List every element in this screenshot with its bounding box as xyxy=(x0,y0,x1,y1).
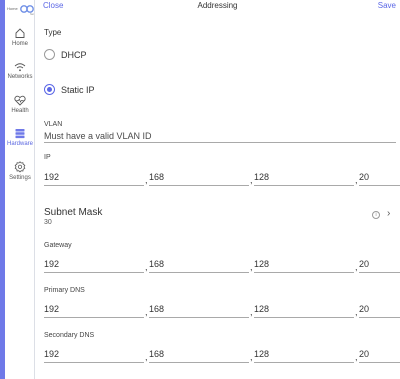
wifi-icon xyxy=(14,63,26,72)
ip-octet-4[interactable]: 20 xyxy=(359,170,400,186)
primary-dns-octet-4[interactable]: 20 xyxy=(359,302,400,318)
octet-separator: , xyxy=(250,307,253,317)
octet-separator: , xyxy=(250,175,253,185)
octet-separator: , xyxy=(250,262,253,272)
secondary-dns-octet-3[interactable]: 128 xyxy=(254,347,354,363)
octet-separator: , xyxy=(355,352,358,362)
octet-separator: , xyxy=(355,175,358,185)
secondary-dns-octet-2[interactable]: 168 xyxy=(149,347,249,363)
nav-label-home: Home xyxy=(11,41,28,47)
vlan-input[interactable]: Must have a valid VLAN ID xyxy=(44,131,396,143)
primary-dns-label: Primary DNS xyxy=(44,287,85,294)
gateway-octet-2[interactable]: 168 xyxy=(149,257,249,273)
vlan-label: VLAN xyxy=(44,121,63,128)
primary-dns-fields: 192 , 168 , 128 , 20 xyxy=(44,302,400,318)
subnet-mask-row[interactable]: Subnet Mask 30 i › xyxy=(44,207,400,231)
page-title: Addressing xyxy=(197,1,238,10)
home-icon xyxy=(15,28,25,38)
nav-label-health: Health xyxy=(11,108,29,114)
gateway-octet-1[interactable]: 192 xyxy=(44,257,144,273)
ip-octet-2[interactable]: 168 xyxy=(149,170,249,186)
heart-pulse-icon xyxy=(14,95,26,106)
save-button[interactable]: Save xyxy=(378,1,396,10)
ip-octet-3[interactable]: 128 xyxy=(254,170,354,186)
nav-item-home[interactable]: Home xyxy=(5,27,35,61)
subnet-mask-label: Subnet Mask xyxy=(44,207,103,218)
top-bar: Close Addressing Save xyxy=(35,0,400,14)
secondary-dns-octet-1[interactable]: 192 xyxy=(44,347,144,363)
static-ip-radio-label[interactable]: Static IP xyxy=(61,85,95,95)
logo-text: Home xyxy=(7,6,18,11)
gateway-octet-4[interactable]: 20 xyxy=(359,257,400,273)
dhcp-radio[interactable] xyxy=(44,49,55,60)
octet-separator: , xyxy=(355,262,358,272)
ip-octet-1[interactable]: 192 xyxy=(44,170,144,186)
gateway-label: Gateway xyxy=(44,242,72,249)
chevron-right-icon[interactable]: › xyxy=(387,208,390,219)
gateway-fields: 192 , 168 , 128 , 20 xyxy=(44,257,400,273)
subnet-mask-value: 30 xyxy=(44,219,52,226)
gear-icon xyxy=(14,161,26,173)
nav-item-health[interactable]: Health xyxy=(5,95,35,129)
octet-separator: , xyxy=(145,307,148,317)
gateway-octet-3[interactable]: 128 xyxy=(254,257,354,273)
ip-label: IP xyxy=(44,154,51,161)
primary-dns-octet-2[interactable]: 168 xyxy=(149,302,249,318)
octet-separator: , xyxy=(145,175,148,185)
primary-dns-octet-3[interactable]: 128 xyxy=(254,302,354,318)
nav-item-hardware[interactable]: Hardware xyxy=(5,128,35,162)
nav-label-settings: Settings xyxy=(9,175,31,181)
addressing-form: Type DHCP Static IP VLAN Must have a val… xyxy=(35,14,400,379)
type-label: Type xyxy=(44,28,62,37)
nav-item-settings[interactable]: Settings xyxy=(5,161,35,195)
static-ip-radio[interactable] xyxy=(44,84,55,95)
logo-subtext: Net xyxy=(30,13,34,16)
nav-label-networks: Networks xyxy=(7,74,33,80)
info-icon[interactable]: i xyxy=(372,211,380,219)
primary-dns-octet-1[interactable]: 192 xyxy=(44,302,144,318)
octet-separator: , xyxy=(250,352,253,362)
octet-separator: , xyxy=(145,262,148,272)
secondary-dns-fields: 192 , 168 , 128 , 20 xyxy=(44,347,400,363)
logo: Home Net xyxy=(7,4,37,16)
server-icon xyxy=(15,129,25,139)
nav-item-networks[interactable]: Networks xyxy=(5,62,35,96)
nav-label-hardware: Hardware xyxy=(6,141,33,147)
octet-separator: , xyxy=(145,352,148,362)
octet-separator: , xyxy=(355,307,358,317)
ip-address-fields: 192 , 168 , 128 , 20 xyxy=(44,170,400,186)
secondary-dns-octet-4[interactable]: 20 xyxy=(359,347,400,363)
dhcp-radio-label[interactable]: DHCP xyxy=(61,50,87,60)
secondary-dns-label: Secondary DNS xyxy=(44,332,95,339)
sidebar: Home Net Home Networks Health Hardware S… xyxy=(5,0,35,379)
